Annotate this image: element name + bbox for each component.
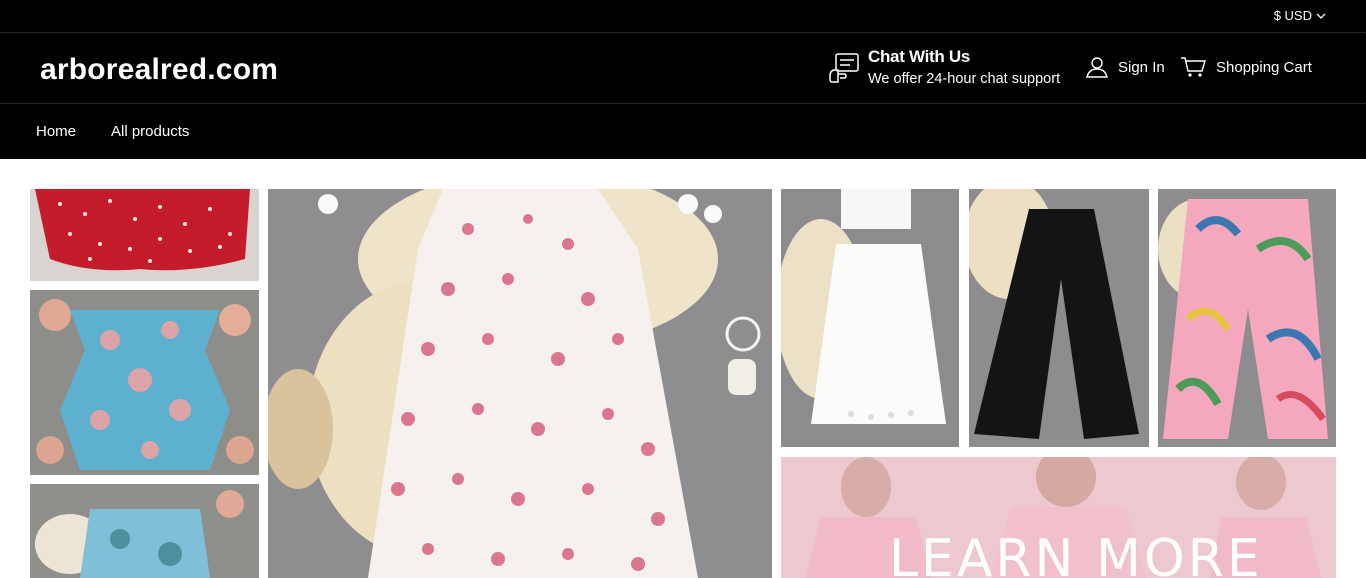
main-nav: Home All products — [0, 104, 1366, 159]
product-image-red-top[interactable] — [30, 189, 259, 281]
product-image-slip-dress[interactable] — [30, 484, 259, 578]
learn-more-label: LEARN MORE — [889, 529, 1263, 578]
nav-item-all-products[interactable]: All products — [111, 123, 189, 140]
currency-selector[interactable]: $ USD — [1274, 8, 1326, 23]
shopping-cart-link[interactable]: Shopping Cart — [1180, 56, 1312, 78]
learn-more-banner[interactable]: LEARN MORE — [781, 457, 1336, 578]
top-bar: $ USD — [0, 0, 1366, 33]
chevron-down-icon — [1316, 13, 1326, 19]
product-image-white-lace-set[interactable] — [781, 189, 959, 447]
product-gallery: LEARN MORE — [0, 189, 1366, 578]
chat-title: Chat With Us — [868, 47, 971, 66]
site-logo[interactable]: arborealred.com — [40, 53, 278, 87]
nav-item-home[interactable]: Home — [36, 123, 76, 140]
sign-in-label: Sign In — [1118, 58, 1165, 76]
currency-label: $ USD — [1273, 8, 1312, 23]
shopping-cart-label: Shopping Cart — [1216, 58, 1312, 76]
product-image-tropical-jumpsuit[interactable] — [1158, 189, 1336, 447]
cart-icon — [1181, 57, 1206, 77]
chat-subtitle: We offer 24-hour chat support — [868, 71, 1061, 87]
sign-in-link[interactable]: Sign In — [1086, 56, 1165, 78]
product-image-floral-maxi-dress[interactable] — [268, 189, 772, 578]
header: arborealred.com Chat With Us We offer 24… — [0, 33, 1366, 104]
user-icon — [1086, 57, 1108, 78]
product-image-black-pants[interactable] — [969, 189, 1149, 447]
chat-with-us[interactable]: Chat With Us We offer 24-hour chat suppo… — [828, 47, 1060, 88]
chat-icon — [829, 53, 859, 83]
product-image-blue-dress[interactable] — [30, 290, 259, 475]
